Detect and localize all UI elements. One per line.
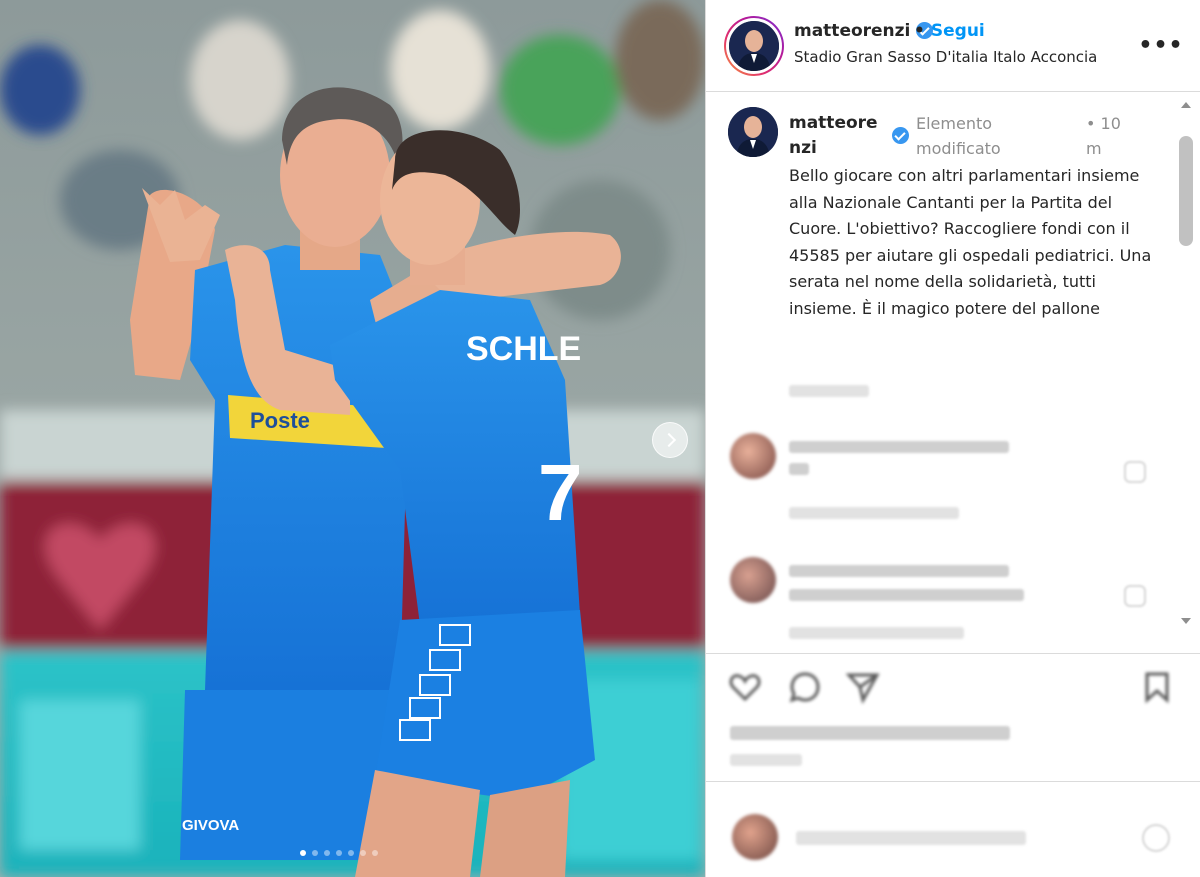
carousel-dot bbox=[312, 850, 318, 856]
verified-icon bbox=[892, 127, 909, 144]
scrollbar[interactable] bbox=[1176, 96, 1196, 646]
comment-avatar[interactable] bbox=[730, 433, 776, 479]
separator: • bbox=[1086, 114, 1096, 133]
scroll-up-arrow-icon[interactable] bbox=[1181, 102, 1191, 108]
carousel-dot bbox=[300, 850, 306, 856]
avatar[interactable] bbox=[732, 814, 778, 860]
location-link[interactable]: Stadio Gran Sasso D'italia Italo Acconci… bbox=[794, 48, 1097, 66]
caption-avatar[interactable] bbox=[728, 107, 778, 157]
translation-link[interactable] bbox=[789, 385, 869, 397]
scrollbar-thumb[interactable] bbox=[1179, 136, 1193, 246]
caption-time: • 10 m bbox=[1086, 111, 1126, 161]
post-header: matteorenzi • Segui Stadio Gran Sasso D'i… bbox=[706, 0, 1200, 92]
post-side-panel: matteorenzi • Segui Stadio Gran Sasso D'i… bbox=[705, 0, 1200, 877]
heart-icon[interactable] bbox=[1124, 585, 1146, 607]
carousel-indicator bbox=[300, 850, 378, 856]
svg-text:GIVOVA: GIVOVA bbox=[182, 817, 239, 834]
comment-avatar[interactable] bbox=[730, 557, 776, 603]
avatar[interactable] bbox=[729, 21, 779, 71]
follow-button[interactable]: Segui bbox=[931, 21, 985, 41]
carousel-dot bbox=[372, 850, 378, 856]
emoji-icon[interactable] bbox=[1142, 824, 1170, 852]
more-options-icon[interactable]: ••• bbox=[1138, 30, 1182, 60]
post-photo[interactable]: Poste GIVOVA SCHLE 7 bbox=[0, 0, 705, 877]
carousel-dot bbox=[348, 850, 354, 856]
comment-text bbox=[789, 565, 1009, 577]
comment-text bbox=[789, 441, 1009, 453]
heart-icon[interactable] bbox=[728, 670, 762, 704]
svg-text:SCHLE: SCHLE bbox=[466, 330, 581, 368]
share-icon[interactable] bbox=[846, 670, 880, 704]
comment-meta[interactable] bbox=[789, 507, 959, 519]
add-comment-bar bbox=[706, 781, 1200, 877]
carousel-dot bbox=[324, 850, 330, 856]
chevron-right-icon bbox=[661, 432, 676, 448]
username-text[interactable]: matteorenzi bbox=[794, 21, 910, 41]
carousel-dot bbox=[360, 850, 366, 856]
comment-icon[interactable] bbox=[788, 670, 822, 704]
caption-text: Bello giocare con altri parlamentari ins… bbox=[789, 166, 1152, 318]
post-date bbox=[730, 754, 802, 766]
comment-text bbox=[789, 463, 809, 475]
story-ring[interactable] bbox=[724, 16, 784, 76]
separator: • bbox=[914, 21, 925, 41]
heart-icon[interactable] bbox=[1124, 461, 1146, 483]
post-image: Poste GIVOVA SCHLE 7 bbox=[0, 0, 705, 877]
likes-count[interactable] bbox=[730, 726, 1010, 740]
comment-text bbox=[789, 589, 1024, 601]
bookmark-icon[interactable] bbox=[1140, 670, 1174, 704]
caption-username[interactable]: matteorenzi bbox=[789, 111, 884, 161]
scroll-down-arrow-icon[interactable] bbox=[1181, 618, 1191, 624]
username[interactable]: matteorenzi bbox=[794, 21, 934, 41]
svg-text:7: 7 bbox=[538, 448, 583, 537]
svg-text:Poste: Poste bbox=[250, 408, 310, 433]
follow-group: • Segui bbox=[914, 21, 985, 41]
comment-input[interactable] bbox=[796, 831, 1026, 845]
action-bar bbox=[706, 653, 1200, 781]
comment-meta[interactable] bbox=[789, 627, 964, 639]
carousel-dot bbox=[336, 850, 342, 856]
next-photo-button[interactable] bbox=[652, 422, 688, 458]
comments-section[interactable]: matteorenzi Elemento modificato • 10 m B… bbox=[706, 93, 1200, 653]
edited-label: Elemento modificato bbox=[916, 114, 1001, 158]
